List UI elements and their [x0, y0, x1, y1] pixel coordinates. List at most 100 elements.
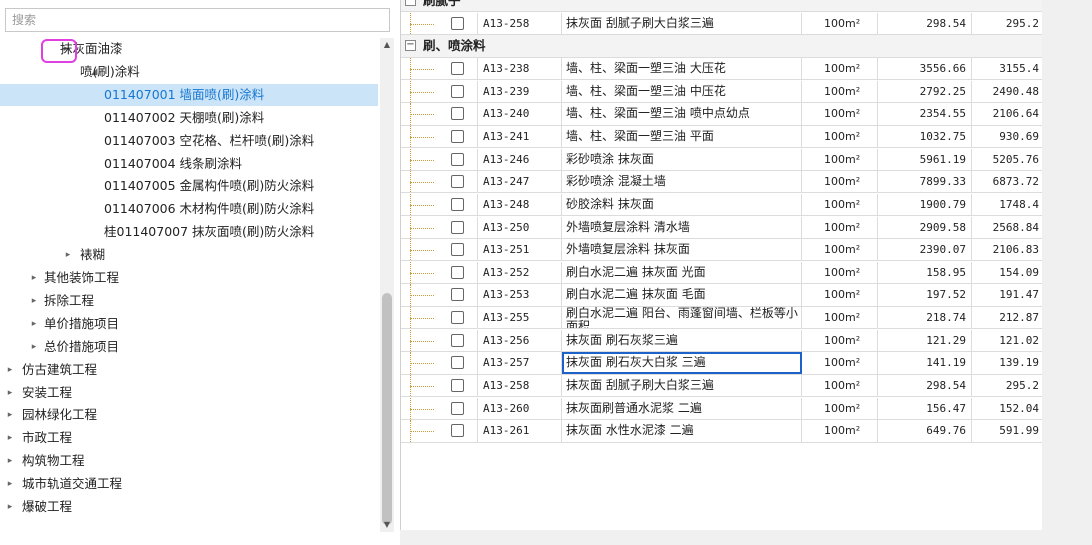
quota-name-cell[interactable]: 抹灰面 刮腻子刷大白浆三遍 — [562, 12, 802, 34]
price-cell[interactable]: 2106.83 — [972, 239, 1043, 261]
price-cell[interactable]: 649.76 — [878, 420, 972, 442]
table-row[interactable]: A13-253 刷白水泥二遍 抹灰面 毛面 100m² 197.52 191.47 — [401, 284, 1043, 307]
table-row[interactable]: A13-250 外墙喷复层涂料 清水墙 100m² 2909.58 2568.84 — [401, 216, 1043, 239]
tree-node[interactable]: ▸ 仿古建筑工程 — [0, 359, 378, 381]
quota-code-cell[interactable]: A13-251 — [478, 239, 562, 261]
table-row[interactable]: A13-252 刷白水泥二遍 抹灰面 光面 100m² 158.95 154.09 — [401, 261, 1043, 285]
quota-name-cell[interactable]: 墙、柱、梁面一塑三油 平面 — [562, 125, 802, 148]
quota-code-cell[interactable]: A13-253 — [478, 284, 562, 306]
unit-cell[interactable]: 100m² — [802, 193, 878, 216]
row-checkbox[interactable] — [451, 288, 464, 302]
group-row[interactable]: − 刷腻子 — [401, 0, 1043, 13]
table-row[interactable]: A13-239 墙、柱、梁面一塑三油 中压花 100m² 2792.25 2490.48 — [401, 80, 1043, 103]
price-cell[interactable]: 5205.76 — [972, 148, 1043, 170]
tree-node[interactable]: 011407002 天棚喷(刷)涂料 — [0, 107, 378, 129]
quota-code-cell[interactable]: A13-238 — [478, 57, 562, 80]
row-checkbox[interactable] — [451, 152, 464, 166]
tree-node[interactable]: 011407005 金属构件喷(刷)防火涂料 — [0, 175, 378, 197]
tree-node[interactable]: 011407004 线条刷涂料 — [0, 153, 378, 175]
table-row[interactable]: A13-251 外墙喷复层涂料 抹灰面 100m² 2390.07 2106.83 — [401, 239, 1043, 262]
triangle-right-icon[interactable]: ▸ — [4, 382, 16, 404]
triangle-right-icon[interactable]: ▸ — [28, 267, 40, 289]
table-row[interactable]: A13-240 墙、柱、梁面一塑三油 喷中点幼点 100m² 2354.55 2106.… — [401, 103, 1043, 126]
tree-node[interactable]: ▸ 园林绿化工程 — [0, 404, 378, 426]
price-cell[interactable]: 154.09 — [972, 261, 1043, 284]
table-row[interactable]: A13-248 砂胶涂料 抹灰面 100m² 1900.79 1748.4 — [401, 193, 1043, 217]
tree-node[interactable]: 桂011407007 抹灰面喷(刷)防火涂料 — [0, 221, 378, 243]
tree-node[interactable]: ▸ 拆除工程 — [0, 290, 378, 312]
price-cell[interactable]: 156.47 — [878, 397, 972, 419]
price-cell[interactable]: 298.54 — [878, 375, 972, 397]
scroll-up-icon[interactable]: ▲ — [380, 38, 394, 52]
price-cell[interactable]: 295.2 — [972, 12, 1043, 34]
tree-node[interactable]: ▸ 城市轨道交通工程 — [0, 473, 378, 495]
price-cell[interactable]: 930.69 — [972, 125, 1043, 148]
triangle-right-icon[interactable]: ▸ — [4, 404, 16, 426]
row-checkbox[interactable] — [451, 129, 464, 143]
table-row[interactable]: A13-261 抹灰面 水性水泥漆 二遍 100m² 649.76 591.99 — [401, 420, 1043, 443]
quota-code-cell[interactable]: A13-252 — [478, 261, 562, 284]
quota-code-cell[interactable]: A13-250 — [478, 216, 562, 238]
triangle-right-icon[interactable]: ▸ — [28, 336, 40, 358]
table-row[interactable]: A13-258 抹灰面 刮腻子刷大白浆三遍 100m² 298.54 295.2 — [401, 12, 1043, 35]
price-cell[interactable]: 295.2 — [972, 375, 1043, 397]
table-row[interactable]: A13-257 抹灰面 刷石灰大白浆 三遍 100m² 141.19 139.19 — [401, 352, 1043, 375]
triangle-right-icon[interactable]: ▸ — [28, 290, 40, 312]
quota-name-cell[interactable]: 砂胶涂料 抹灰面 — [562, 193, 802, 216]
quota-name-cell[interactable]: 墙、柱、梁面一塑三油 中压花 — [562, 80, 802, 102]
unit-cell[interactable]: 100m² — [802, 307, 878, 329]
quota-name-cell[interactable]: 彩砂喷涂 抹灰面 — [562, 148, 802, 170]
tree-node[interactable]: ▸ 爆破工程 — [0, 496, 378, 518]
quota-code-cell[interactable]: A13-247 — [478, 171, 562, 193]
quota-code-cell[interactable]: A13-240 — [478, 103, 562, 125]
price-cell[interactable]: 2909.58 — [878, 216, 972, 238]
unit-cell[interactable]: 100m² — [802, 57, 878, 80]
price-cell[interactable]: 152.04 — [972, 397, 1043, 419]
price-cell[interactable]: 218.74 — [878, 307, 972, 329]
row-checkbox[interactable] — [451, 61, 464, 75]
scroll-thumb[interactable] — [382, 293, 392, 525]
unit-cell[interactable]: 100m² — [802, 239, 878, 261]
quota-name-cell[interactable]: 刷白水泥二遍 抹灰面 光面 — [562, 261, 802, 284]
unit-cell[interactable]: 100m² — [802, 352, 878, 374]
triangle-right-icon[interactable]: ▸ — [28, 313, 40, 335]
price-cell[interactable]: 121.29 — [878, 329, 972, 352]
quota-code-cell[interactable]: A13-256 — [478, 329, 562, 352]
unit-cell[interactable]: 100m² — [802, 125, 878, 148]
table-row[interactable]: A13-258 抹灰面 刮腻子刷大白浆三遍 100m² 298.54 295.2 — [401, 375, 1043, 398]
table-row[interactable]: A13-256 抹灰面 刷石灰浆三遍 100m² 121.29 121.02 — [401, 329, 1043, 353]
price-cell[interactable]: 2106.64 — [972, 103, 1043, 125]
collapse-box-icon[interactable]: − — [405, 0, 416, 6]
row-checkbox[interactable] — [451, 107, 464, 121]
quota-code-cell[interactable]: A13-257 — [478, 352, 562, 374]
price-cell[interactable]: 591.99 — [972, 420, 1043, 442]
quota-code-cell[interactable]: A13-246 — [478, 148, 562, 170]
price-cell[interactable]: 1900.79 — [878, 193, 972, 216]
tree-scrollbar[interactable]: ▲ ▼ — [380, 38, 394, 532]
price-cell[interactable]: 191.47 — [972, 284, 1043, 306]
price-cell[interactable]: 139.19 — [972, 352, 1043, 374]
table-row[interactable]: A13-255 刷白水泥二遍 阳台、雨蓬窗间墙、栏板等小面积 100m² 218.74… — [401, 307, 1043, 330]
triangle-right-icon[interactable]: ▸ — [4, 450, 16, 472]
unit-cell[interactable]: 100m² — [802, 171, 878, 193]
table-row[interactable]: A13-246 彩砂喷涂 抹灰面 100m² 5961.19 5205.76 — [401, 148, 1043, 171]
row-checkbox[interactable] — [451, 175, 464, 189]
row-checkbox[interactable] — [451, 333, 464, 347]
price-cell[interactable]: 2490.48 — [972, 80, 1043, 102]
quota-name-cell[interactable]: 刷白水泥二遍 阳台、雨蓬窗间墙、栏板等小面积 — [562, 307, 802, 329]
quota-code-cell[interactable]: A13-241 — [478, 125, 562, 148]
quota-name-cell[interactable]: 墙、柱、梁面一塑三油 大压花 — [562, 57, 802, 80]
tree-node[interactable]: ▸ 总价措施项目 — [0, 336, 378, 358]
tree-node[interactable]: ◢ 喷(刷)涂料 — [0, 61, 378, 83]
price-cell[interactable]: 121.02 — [972, 329, 1043, 352]
unit-cell[interactable]: 100m² — [802, 397, 878, 419]
quota-name-cell[interactable]: 抹灰面刷普通水泥浆 二遍 — [562, 397, 802, 419]
unit-cell[interactable]: 100m² — [802, 329, 878, 352]
row-checkbox[interactable] — [451, 220, 464, 234]
row-checkbox[interactable] — [451, 379, 464, 393]
triangle-right-icon[interactable]: ▸ — [4, 359, 16, 381]
table-row[interactable]: A13-260 抹灰面刷普通水泥浆 二遍 100m² 156.47 152.04 — [401, 397, 1043, 420]
price-cell[interactable]: 1748.4 — [972, 193, 1043, 216]
row-checkbox[interactable] — [451, 424, 464, 438]
price-cell[interactable]: 3155.4 — [972, 57, 1043, 80]
